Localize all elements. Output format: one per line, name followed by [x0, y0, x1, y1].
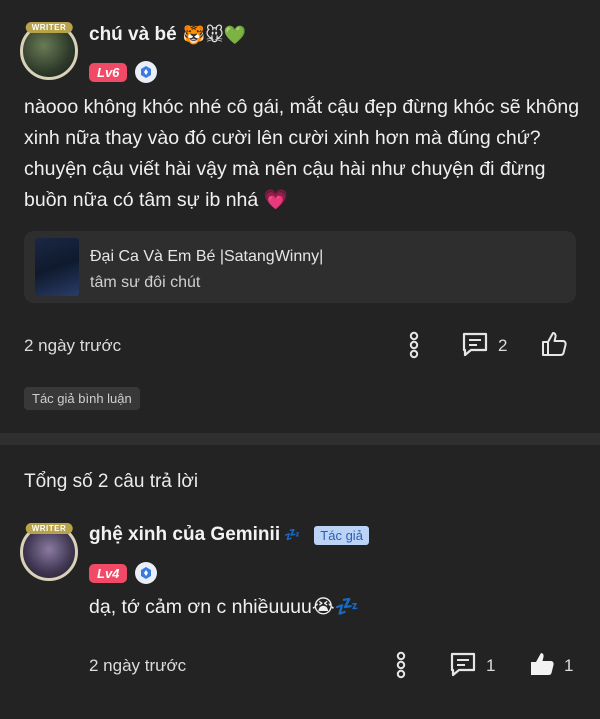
reply-count: 2	[498, 336, 508, 355]
replier-username[interactable]: ghệ xinh của Geminii	[89, 524, 280, 546]
reply-like-count: 1	[564, 656, 574, 675]
avatar-badge: WRITER	[25, 22, 73, 33]
commenter-name-row: chú và bé 🐯🐭💚	[89, 24, 246, 46]
verified-icon	[135, 61, 158, 83]
like-icon[interactable]	[540, 330, 568, 358]
story-thumbnail	[35, 238, 79, 296]
replier-badges: Lv4	[89, 562, 158, 584]
replier-username-emoji: 💤	[284, 527, 301, 542]
username-emojis: 🐯🐭💚	[182, 24, 247, 45]
quoted-story-card[interactable]: Đại Ca Và Em Bé |SatangWinny| tâm sư đôi…	[24, 231, 576, 303]
story-title: Đại Ca Và Em Bé |SatangWinny|	[90, 248, 324, 265]
more-options-icon[interactable]	[405, 331, 423, 359]
replier-level-badge: Lv4	[89, 563, 128, 583]
replier-verified-icon	[135, 562, 158, 584]
reply-reply-count: 1	[486, 656, 496, 675]
author-commented-tag: Tác giả bình luận	[24, 387, 140, 410]
chapter-title: tâm sư đôi chút	[90, 274, 201, 291]
author-tag: Tác giả	[314, 525, 369, 545]
commenter-username[interactable]: chú và bé	[89, 24, 177, 46]
reply-reply-icon[interactable]	[449, 651, 477, 677]
comment-timestamp: 2 ngày trước	[24, 336, 122, 355]
reply-like-icon[interactable]	[528, 650, 556, 678]
reply-more-options-icon[interactable]	[392, 651, 410, 679]
comment-text: nàooo không khóc nhé cô gái, mắt cậu đẹp…	[24, 96, 580, 211]
replier-name-row: ghệ xinh của Geminii 💤 Tác giả	[89, 524, 369, 546]
replies-header: Tổng số 2 câu trả lời	[24, 471, 199, 492]
reply-text: dạ, tớ cảm ơn c nhiềuuuu😭💤	[89, 596, 359, 618]
reply-timestamp: 2 ngày trước	[89, 656, 187, 675]
replier-avatar-badge: WRITER	[25, 523, 73, 534]
level-badge: Lv6	[89, 62, 128, 82]
reply-icon[interactable]	[461, 331, 489, 357]
commenter-badges: Lv6	[89, 61, 158, 83]
section-divider	[0, 433, 600, 445]
